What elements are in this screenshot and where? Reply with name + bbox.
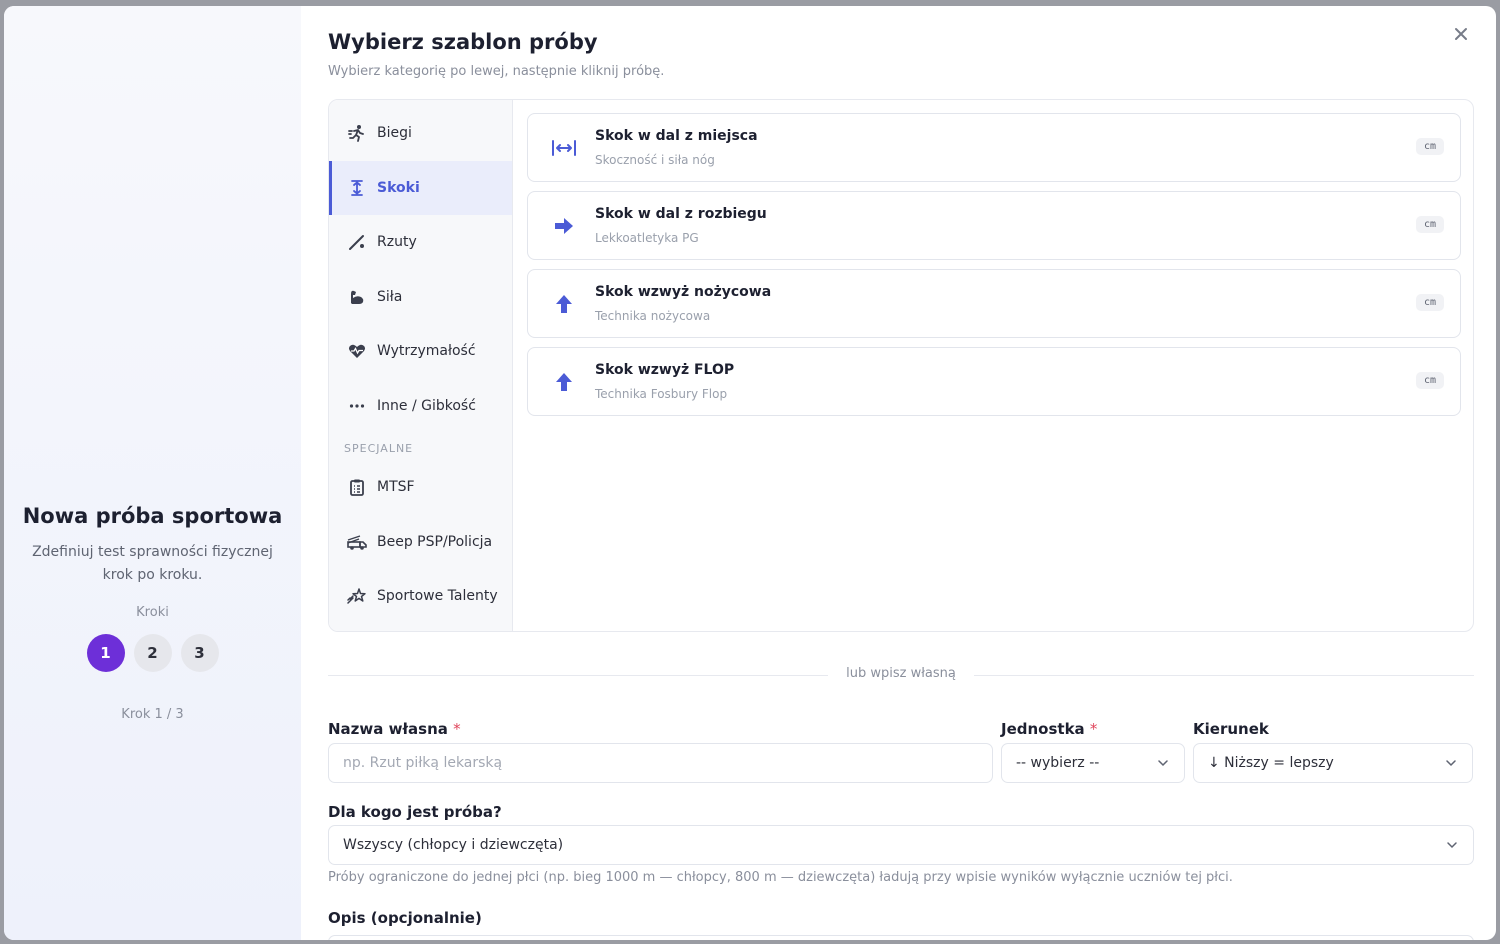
unit-badge: cm <box>1415 372 1444 389</box>
category-label: Wytrzymałość <box>377 343 476 359</box>
step-2[interactable]: 2 <box>133 634 172 672</box>
wizard-panel: Nowa próba sportowa Zdefiniuj test spraw… <box>4 6 301 940</box>
audience-select-value: Wszyscy (chłopcy i dziewczęta) <box>343 837 564 853</box>
name-label-text: Nazwa własna <box>328 720 448 738</box>
category-sportowe-talenty[interactable]: Sportowe Talenty <box>329 569 512 623</box>
template-card[interactable]: Skok w dal z rozbiegu Lekkoatletyka PG c… <box>527 191 1461 260</box>
step-indicator: 1 2 3 <box>4 634 301 672</box>
star-trail-icon <box>347 586 367 606</box>
chevron-down-icon <box>1445 838 1459 852</box>
template-description: Technika nożycowa <box>595 309 711 323</box>
javelin-icon <box>347 232 367 252</box>
category-mtsf[interactable]: MTSF <box>329 460 512 514</box>
category-label: Skoki <box>377 180 420 196</box>
required-mark: * <box>1089 720 1098 738</box>
category-rzuty[interactable]: Rzuty <box>329 215 512 269</box>
close-icon[interactable] <box>1451 24 1471 44</box>
unit-select[interactable]: -- wybierz -- <box>1001 743 1185 783</box>
horizontal-distance-icon <box>550 134 578 162</box>
direction-label: Kierunek <box>1193 720 1269 738</box>
template-name: Skok wzwyż FLOP <box>595 362 735 378</box>
unit-label: Jednostka * <box>1001 720 1097 738</box>
modal-dialog: Nowa próba sportowa Zdefiniuj test spraw… <box>4 6 1496 940</box>
template-name: Skok w dal z miejsca <box>595 128 758 144</box>
template-description: Lekkoatletyka PG <box>595 231 699 245</box>
clipboard-list-icon <box>347 477 367 497</box>
template-card[interactable]: Skok wzwyż FLOP Technika Fosbury Flop cm <box>527 347 1461 416</box>
main-content: Wybierz szablon próby Wybierz kategorię … <box>328 6 1496 940</box>
steps-label: Kroki <box>136 605 169 620</box>
wizard-subtitle: Zdefiniuj test sprawności fizycznej krok… <box>32 544 273 583</box>
category-label: Inne / Gibkość <box>377 398 476 414</box>
category-wytrzymalosc[interactable]: Wytrzymałość <box>329 324 512 378</box>
divider-text: lub wpisz własną <box>828 666 974 681</box>
category-label: Sportowe Talenty <box>377 588 498 604</box>
flexed-arm-icon <box>347 287 367 307</box>
direction-select-value: ↓ Niższy = lepszy <box>1208 755 1334 771</box>
chevron-down-icon <box>1444 756 1458 770</box>
heart-pulse-icon <box>347 341 367 361</box>
template-description: Technika Fosbury Flop <box>595 387 728 401</box>
vertical-height-icon <box>347 178 367 198</box>
template-card[interactable]: Skok w dal z miejsca Skoczność i siła nó… <box>527 113 1461 182</box>
template-card[interactable]: Skok wzwyż nożycowa Technika nożycowa cm <box>527 269 1461 338</box>
category-sila[interactable]: Siła <box>329 270 512 324</box>
category-label: Beep PSP/Policja <box>377 534 493 550</box>
category-biegi[interactable]: Biegi <box>329 106 512 160</box>
template-description: Skoczność i siła nóg <box>595 153 715 167</box>
required-mark: * <box>453 720 461 738</box>
unit-badge: cm <box>1415 294 1444 311</box>
fire-truck-icon <box>347 532 367 552</box>
category-label: Siła <box>377 289 403 305</box>
unit-badge: cm <box>1415 216 1444 233</box>
description-label: Opis (opcjonalnie) <box>328 909 482 927</box>
step-3[interactable]: 3 <box>180 634 219 672</box>
category-inne[interactable]: Inne / Gibkość <box>329 379 512 433</box>
audience-hint: Próby ograniczone do jednej płci (np. bi… <box>328 870 1233 885</box>
arrow-right-icon <box>550 212 578 240</box>
template-name: Skok w dal z rozbiegu <box>595 206 767 222</box>
page-title: Wybierz szablon próby <box>328 30 598 54</box>
unit-select-value: -- wybierz -- <box>1016 755 1100 771</box>
category-beep[interactable]: Beep PSP/Policja <box>329 515 512 569</box>
arrow-up-icon <box>550 368 578 396</box>
custom-name-input[interactable] <box>343 755 992 771</box>
name-label: Nazwa własna * <box>328 720 461 738</box>
step-1[interactable]: 1 <box>86 634 125 672</box>
chevron-down-icon <box>1156 756 1170 770</box>
template-picker: Biegi Skoki Rzuty Siła Wytrzymałość Inne… <box>328 99 1474 632</box>
step-counter: Krok 1 / 3 <box>121 707 184 722</box>
special-section-heading: SPECJALNE <box>344 442 414 455</box>
category-label: Rzuty <box>377 234 417 250</box>
template-name: Skok wzwyż nożycowa <box>595 284 772 300</box>
category-label: Biegi <box>377 125 412 141</box>
category-list: Biegi Skoki Rzuty Siła Wytrzymałość Inne… <box>329 100 513 631</box>
more-dots-icon <box>347 396 367 416</box>
category-label: MTSF <box>377 479 415 495</box>
wizard-title: Nowa próba sportowa <box>22 504 283 528</box>
unit-label-text: Jednostka <box>1001 720 1085 738</box>
unit-badge: cm <box>1415 138 1444 155</box>
direction-select[interactable]: ↓ Niższy = lepszy <box>1193 743 1473 783</box>
audience-label: Dla kogo jest próba? <box>328 803 502 821</box>
arrow-up-icon <box>550 290 578 318</box>
running-icon <box>347 123 367 143</box>
category-skoki[interactable]: Skoki <box>329 161 512 215</box>
custom-name-field[interactable] <box>328 743 993 783</box>
description-textarea[interactable] <box>328 935 1474 940</box>
audience-select[interactable]: Wszyscy (chłopcy i dziewczęta) <box>328 825 1474 865</box>
page-subtitle: Wybierz kategorię po lewej, następnie kl… <box>328 64 665 79</box>
